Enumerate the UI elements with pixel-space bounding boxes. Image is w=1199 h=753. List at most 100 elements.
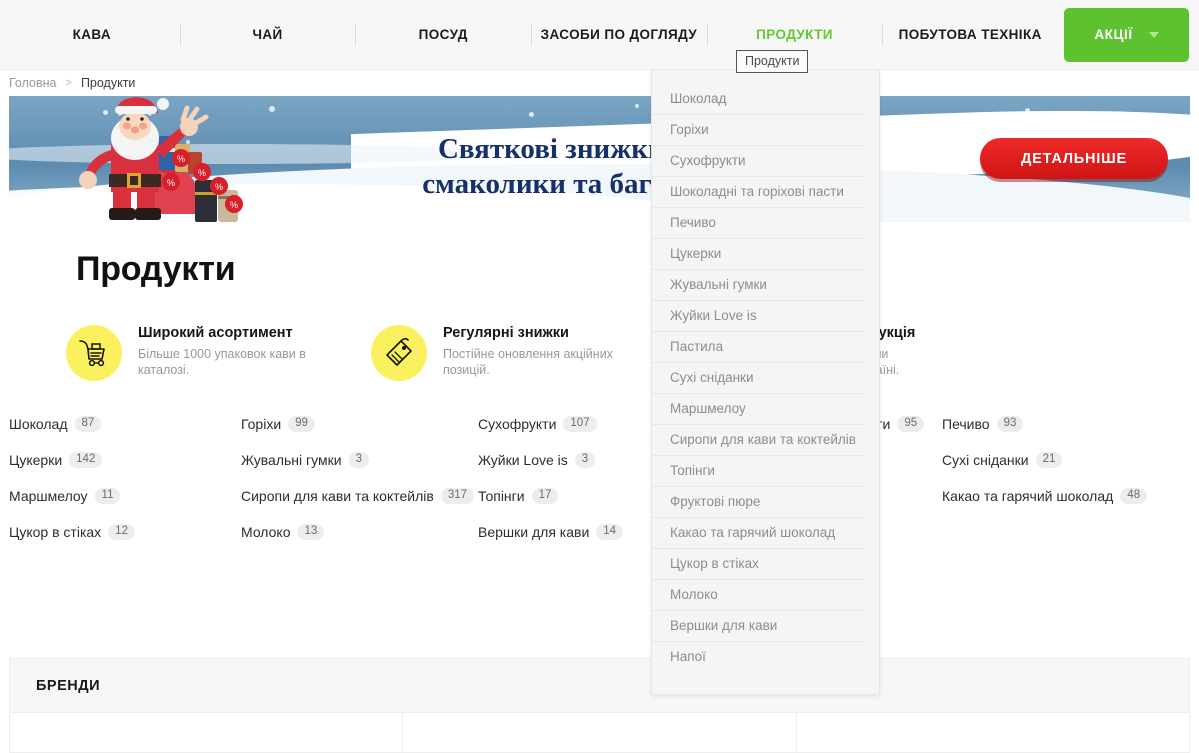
category-link[interactable]: Молоко 13 [241,523,478,541]
feature-text: Регулярні знижки Постійне оновлення акці… [443,325,633,381]
dropdown-item-cocoa-hot-chocolate[interactable]: Какао та гарячий шоколад [652,518,865,549]
nav-item-chai[interactable]: ЧАЙ [179,23,356,46]
category-count-badge: 14 [596,524,624,540]
category-label: Жувальні гумки [241,452,342,468]
category-link-grid: Шоколад 87 Горіхи 99 Сухофрукти 107 Шоколад… [0,415,1199,541]
brands-section: БРЕНДИ [9,658,1190,753]
promo-banner[interactable]: % % % % % Святкові знижки до -40% смакол… [9,96,1190,222]
dropdown-item-coffee-cream[interactable]: Вершки для кави [652,611,865,642]
dropdown-item-chocolate-nut-pastes[interactable]: Шоколадні та горіхові пасти [652,177,865,208]
category-label: Горіхи [241,416,282,432]
feature-list: Широкий асортимент Більше 1000 упаковок … [66,325,1199,381]
category-count-badge: 3 [574,452,596,468]
feature-icon-wrapper [371,325,427,381]
dropdown-item-sukhofrukty[interactable]: Сухофрукти [652,146,865,177]
category-link[interactable]: Сухі сніданки 21 [942,451,1199,469]
feature-title: Регулярні знижки [443,325,569,341]
dropdown-item-sugar-sticks[interactable]: Цукор в стіках [652,549,865,580]
dropdown-item-syrups[interactable]: Сиропи для кави та коктейлів [652,425,865,456]
dropdown-item-love-is-gum[interactable]: Жуйки Love is [652,301,865,332]
products-dropdown-menu[interactable]: Шоколад Горіхи Сухофрукти Шоколадні та г… [651,70,880,695]
dropdown-item-napoi[interactable]: Напої [652,642,865,672]
feature-wide-assortment: Широкий асортимент Більше 1000 упаковок … [66,325,371,381]
category-link[interactable]: Цукор в стіках 12 [9,523,241,541]
feature-icon-wrapper [66,325,122,381]
category-count-badge: 3 [348,452,369,468]
category-link[interactable]: Цукерки 142 [9,451,241,469]
breadcrumb-home-link[interactable]: Головна [9,76,57,90]
brand-logo-cell[interactable] [797,713,1189,752]
category-label: Печиво [942,416,990,432]
category-count-badge: 95 [897,416,925,432]
promotions-button-label: АКЦІЇ [1094,27,1133,42]
category-link[interactable]: Маршмелоу 11 [9,487,241,505]
category-label: Молоко [241,524,291,540]
breadcrumb-separator-icon: > [65,77,72,89]
dropdown-item-marshmallow[interactable]: Маршмелоу [652,394,865,425]
feature-text: Широкий асортимент Більше 1000 упаковок … [138,325,328,381]
nav-item-posud[interactable]: ПОСУД [355,23,531,46]
category-link[interactable]: Сиропи для кави та коктейлів 317 [241,487,478,505]
brand-logo-cell[interactable] [403,713,797,752]
top-navigation-bar: КАВА ЧАЙ ПОСУД ЗАСОБИ ПО ДОГЛЯДУ ПРОДУКТ… [0,0,1199,70]
category-count-badge: 11 [94,488,121,504]
dropdown-item-pechyvo[interactable]: Печиво [652,208,865,239]
santa-claus-illustration: % % % % % [79,97,243,222]
dropdown-item-fruit-purees[interactable]: Фруктові пюре [652,487,865,518]
feature-regular-discounts: Регулярні знижки Постійне оновлення акці… [371,325,676,381]
breadcrumb: Головна > Продукти [0,70,1199,96]
svg-text:%: % [177,154,185,164]
nav-tooltip: Продукти [736,50,809,73]
nav-item-list: КАВА ЧАЙ ПОСУД ЗАСОБИ ПО ДОГЛЯДУ ПРОДУКТ… [0,0,1058,70]
nav-item-produkty[interactable]: ПРОДУКТИ [706,23,883,46]
category-count-badge: 93 [996,416,1024,432]
banner-details-button[interactable]: ДЕТАЛЬНІШЕ [980,138,1168,179]
brands-section-title: БРЕНДИ [36,678,100,694]
category-cell-empty [942,523,1199,541]
svg-text:%: % [230,200,238,210]
dropdown-item-chewing-gum[interactable]: Жувальні гумки [652,270,865,301]
svg-text:%: % [215,182,223,192]
svg-text:%: % [167,178,175,188]
nav-item-care-products[interactable]: ЗАСОБИ ПО ДОГЛЯДУ [531,23,707,46]
category-label: Сиропи для кави та коктейлів [241,488,434,504]
category-label: Сухі сніданки [942,452,1029,468]
category-count-badge: 99 [288,416,315,432]
category-count-badge: 17 [531,488,559,504]
nav-item-kava[interactable]: КАВА [4,27,180,42]
dropdown-item-pastyla[interactable]: Пастила [652,332,865,363]
category-label: Сухофрукти [478,416,557,432]
brand-logo-cell[interactable] [10,713,404,752]
category-link[interactable]: Шоколад 87 [9,415,241,433]
category-label: Какао та гарячий шоколад [942,488,1114,504]
category-count-badge: 87 [74,416,102,432]
category-label: Вершки для кави [478,524,590,540]
category-count-badge: 107 [563,416,597,432]
feature-title: Широкий асортимент [138,325,293,341]
dropdown-item-dry-breakfasts[interactable]: Сухі сніданки [652,363,865,394]
category-label: Шоколад [9,416,68,432]
category-label: Цукор в стіках [9,524,102,540]
breadcrumb-current: Продукти [80,76,136,90]
category-link[interactable]: Печиво 93 [942,415,1199,433]
category-count-badge: 21 [1035,452,1063,468]
price-tag-icon [386,337,412,366]
dropdown-item-shokolad[interactable]: Шоколад [652,84,865,115]
category-link[interactable]: Жувальні гумки 3 [241,451,478,469]
svg-text:%: % [198,168,206,178]
shopping-cart-icon [79,340,105,367]
category-label: Топінги [478,488,525,504]
category-count-badge: 12 [108,524,135,540]
promotions-button[interactable]: АКЦІЇ [1064,7,1189,62]
dropdown-item-tsukerky[interactable]: Цукерки [652,239,865,270]
brands-logo-row [10,712,1189,752]
dropdown-item-moloko[interactable]: Молоко [652,580,865,611]
dropdown-item-horikhy[interactable]: Горіхи [652,115,865,146]
dropdown-item-toppings[interactable]: Топінги [652,456,865,487]
category-count-badge: 317 [440,488,475,504]
category-label: Цукерки [9,452,63,468]
category-count-badge: 13 [297,524,325,540]
nav-item-home-appliances[interactable]: ПОБУТОВА ТЕХНІКА [882,23,1058,46]
category-link[interactable]: Какао та гарячий шоколад 48 [942,487,1199,505]
category-link[interactable]: Горіхи 99 [241,415,478,433]
